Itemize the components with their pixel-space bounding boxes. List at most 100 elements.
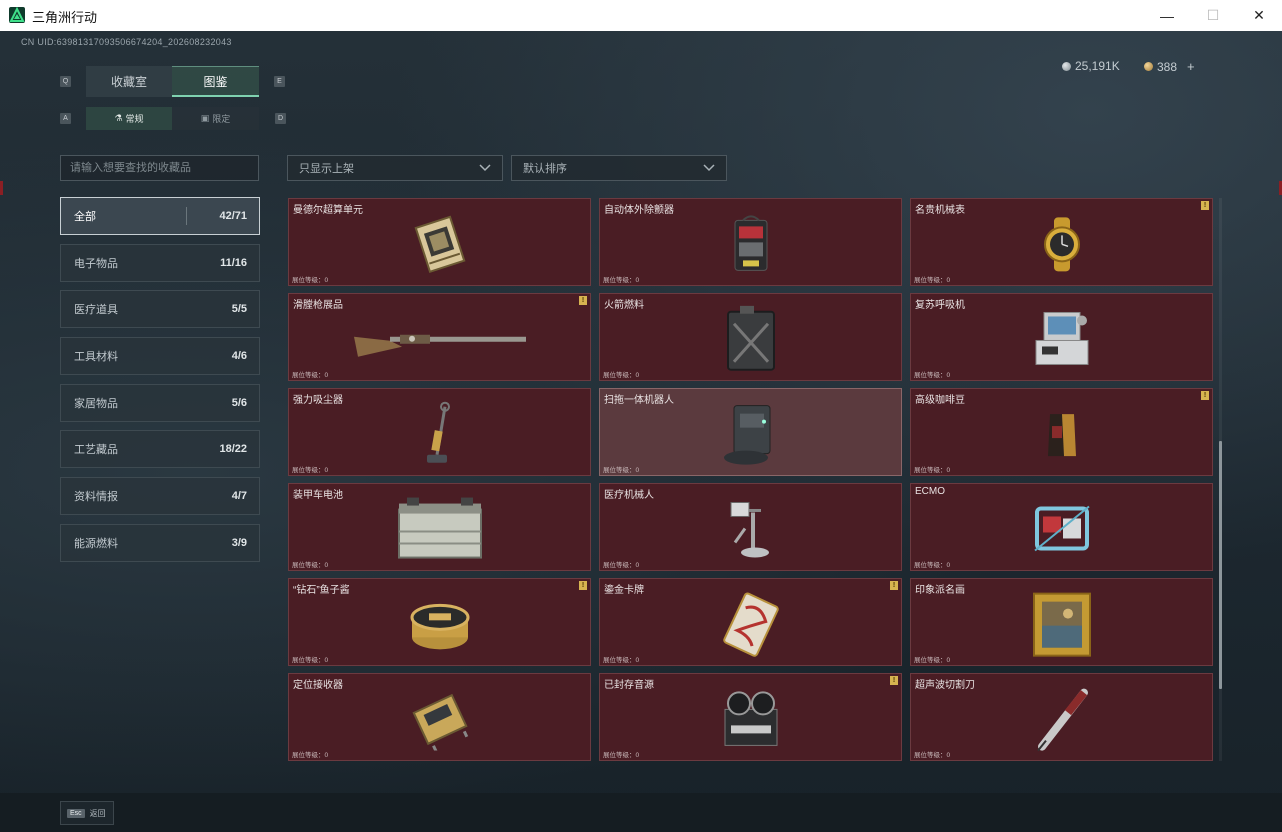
fuel-can-icon (726, 305, 775, 371)
category-count: 3/9 (231, 537, 247, 549)
item-card[interactable]: 火箭燃料 展位等级：0 (599, 293, 902, 381)
category-intel[interactable]: 资料情报 4/7 (60, 477, 260, 515)
close-button[interactable]: ✕ (1236, 0, 1282, 31)
badge-icon: ▣ (200, 113, 210, 123)
silver-currency: 25,191K (1062, 59, 1120, 73)
item-name: 医疗机械人 (604, 490, 654, 501)
tab-catalog[interactable]: 图鉴 (172, 66, 259, 97)
item-card[interactable]: “钻石”鱼子酱 ! 展位等级：0 (288, 578, 591, 666)
sort-value: 默认排序 (523, 163, 567, 175)
collection-search-input[interactable] (60, 155, 259, 181)
sort-dropdown[interactable]: 默认排序 (511, 155, 727, 181)
item-card[interactable]: 自动体外除颤器 展位等级：0 (599, 198, 902, 286)
minimize-button[interactable]: — (1144, 0, 1190, 31)
item-card[interactable]: 鎏金卡牌 ! 展位等级：0 (599, 578, 902, 666)
tab-collection-room[interactable]: 收藏室 (86, 66, 172, 97)
item-level: 展位等级：0 (914, 562, 951, 569)
item-card[interactable]: 医疗机械人 展位等级：0 (599, 483, 902, 571)
category-count: 18/22 (219, 443, 247, 455)
watch-icon (1043, 217, 1080, 272)
new-flag-icon: ! (1201, 201, 1209, 210)
ecmo-icon (1033, 505, 1090, 552)
category-medical[interactable]: 医疗道具 5/5 (60, 290, 260, 328)
item-card[interactable]: 定位接收器 展位等级：0 (288, 673, 591, 761)
key-hint-q: Q (60, 76, 71, 87)
item-level: 展位等级：0 (914, 752, 951, 759)
item-card[interactable]: 强力吸尘器 展位等级：0 (288, 388, 591, 476)
silver-coin-icon (1062, 61, 1071, 71)
app-logo-icon (9, 7, 25, 23)
silver-amount: 25,191K (1075, 59, 1120, 73)
maximize-button[interactable]: ☐ (1190, 0, 1236, 31)
gold-currency: 388 + (1144, 59, 1195, 74)
item-name: 名贵机械表 (915, 205, 965, 216)
add-currency-button[interactable]: + (1187, 59, 1195, 74)
coffee-bag-icon (1047, 414, 1076, 457)
receiver-icon (411, 693, 468, 751)
item-card[interactable]: 印象派名画 展位等级：0 (910, 578, 1213, 666)
item-card[interactable]: 已封存音源 ! 展位等级：0 (599, 673, 902, 761)
item-level: 展位等级：0 (292, 372, 329, 379)
back-button[interactable]: Esc 返回 (60, 801, 114, 825)
item-level: 展位等级：0 (914, 657, 951, 664)
item-level: 展位等级：0 (603, 752, 640, 759)
category-label: 电子物品 (74, 258, 118, 270)
bottom-bar: Esc 返回 (0, 793, 1282, 832)
category-label: 全部 (74, 211, 96, 223)
item-level: 展位等级：0 (292, 467, 329, 474)
category-all[interactable]: 全部 42/71 (60, 197, 260, 235)
player-uid: CN UID:639813170935066742​04_20260823204… (21, 37, 232, 47)
back-label: 返回 (89, 808, 106, 818)
chevron-down-icon (703, 164, 715, 172)
category-tools[interactable]: 工具材料 4/6 (60, 337, 260, 375)
tape-recorder-icon (724, 691, 777, 746)
vacuum-icon (426, 401, 450, 463)
item-card[interactable]: 复苏呼吸机 展位等级：0 (910, 293, 1213, 381)
esc-key-hint: Esc (67, 808, 85, 818)
gilded-card-icon (722, 592, 779, 657)
category-household[interactable]: 家居物品 5/6 (60, 384, 260, 422)
category-electronics[interactable]: 电子物品 11/16 (60, 244, 260, 282)
item-name: 自动体外除颤器 (604, 205, 674, 216)
tab-limited[interactable]: ▣ 限定 (172, 107, 259, 130)
category-crafts[interactable]: 工艺藏品 18/22 (60, 430, 260, 468)
item-card[interactable]: 超声波切割刀 展位等级：0 (910, 673, 1213, 761)
new-flag-icon: ! (579, 581, 587, 590)
item-name: 滑膛枪展品 (293, 300, 343, 311)
grid-scrollbar-thumb[interactable] (1219, 441, 1222, 689)
item-level: 展位等级：0 (292, 562, 329, 569)
item-name: 曼德尔超算单元 (293, 205, 363, 216)
tab-regular[interactable]: ⚗ 常规 (86, 107, 172, 130)
item-card[interactable]: 高级咖啡豆 ! 展位等级：0 (910, 388, 1213, 476)
item-name: 定位接收器 (293, 680, 343, 691)
item-card[interactable]: 滑膛枪展品 ! 展位等级：0 (288, 293, 591, 381)
window-titlebar: 三角洲行动 — ☐ ✕ (0, 0, 1282, 32)
robot-vacuum-icon (723, 405, 770, 465)
item-name: 复苏呼吸机 (915, 300, 965, 311)
new-flag-icon: ! (579, 296, 587, 305)
item-card[interactable]: ECMO 展位等级：0 (910, 483, 1213, 571)
item-name: “钻石”鱼子酱 (293, 585, 350, 596)
item-level: 展位等级：0 (914, 277, 951, 284)
item-card[interactable]: 扫拖一体机器人 展位等级：0 (599, 388, 902, 476)
item-name: 鎏金卡牌 (604, 585, 644, 596)
item-card[interactable]: 曼德尔超算单元 展位等级：0 (288, 198, 591, 286)
item-card[interactable]: 装甲车电池 展位等级：0 (288, 483, 591, 571)
category-label: 资料情报 (74, 491, 118, 503)
item-name: 印象派名画 (915, 585, 965, 596)
new-flag-icon: ! (890, 581, 898, 590)
item-name: ECMO (915, 486, 945, 497)
flask-icon: ⚗ (114, 113, 123, 123)
painting-icon (1032, 592, 1091, 657)
medical-robot-icon (730, 501, 769, 558)
show-filter-dropdown[interactable]: 只显示上架 (287, 155, 503, 181)
item-card[interactable]: 名贵机械表 ! 展位等级：0 (910, 198, 1213, 286)
item-name: 扫拖一体机器人 (604, 395, 674, 406)
category-count: 42/71 (219, 210, 247, 222)
key-hint-a: A (60, 113, 71, 124)
gold-coin-icon (1144, 62, 1153, 71)
tab-limited-label: 限定 (212, 114, 231, 124)
item-level: 展位等级：0 (603, 372, 640, 379)
category-count: 5/5 (231, 303, 247, 315)
category-energy[interactable]: 能源燃料 3/9 (60, 524, 260, 562)
